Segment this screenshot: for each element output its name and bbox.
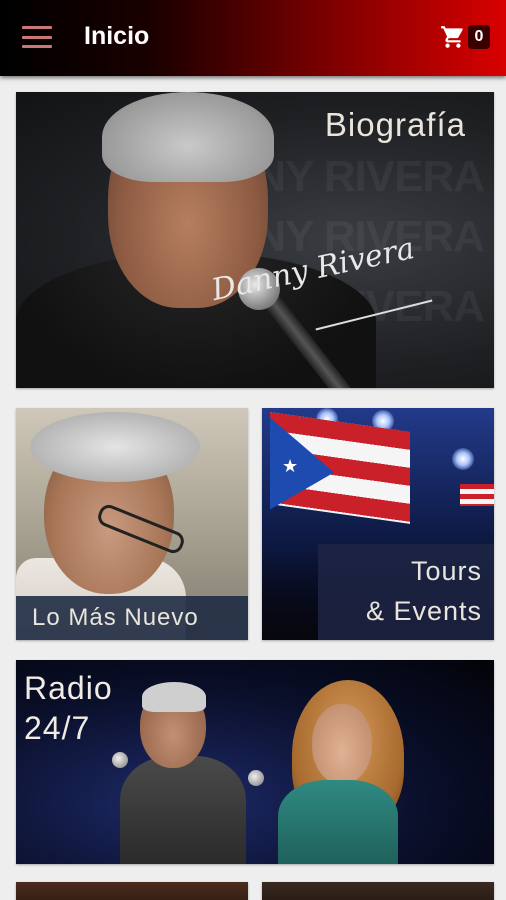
lo-mas-nuevo-tile[interactable]: Lo Más Nuevo [16,408,248,640]
hamburger-menu-icon[interactable] [22,26,52,48]
page-title: Inicio [84,22,150,50]
stage-light [452,448,474,470]
next-tile-left[interactable] [16,882,248,900]
shopping-cart-icon [441,26,463,48]
radio-tile[interactable]: Radio 24/7 [16,660,494,864]
tours-events-tile[interactable]: ★ Tours & Events [262,408,494,640]
biografia-tile[interactable]: DANNY RIVERA DANNY RIVERA DANNY RIVERA B… [16,92,494,388]
star-icon: ★ [282,456,299,476]
biografia-caption: Biografía [324,106,466,143]
photo-woman-face [312,704,372,784]
app-bar: Inicio 0 [0,0,506,76]
singer-photo-hair [102,92,274,182]
tours-caption-line1: Tours [410,556,482,586]
lo-mas-nuevo-caption: Lo Más Nuevo [32,604,199,631]
microphone-icon [112,752,128,768]
photo-man-hair [142,682,206,712]
next-tile-right[interactable] [262,882,494,900]
photo-hair [30,412,200,482]
radio-caption-line2: 24/7 [24,710,91,746]
cart-count-badge: 0 [468,25,490,49]
cart-button[interactable]: 0 [440,24,490,50]
flag-triangle [270,417,334,519]
photo-woman-body [278,780,398,864]
radio-caption-line1: Radio [24,670,113,706]
flag-small [460,484,494,506]
tours-caption-line2: & Events [365,596,482,626]
photo-man-body [120,756,246,864]
microphone-icon [248,770,264,786]
